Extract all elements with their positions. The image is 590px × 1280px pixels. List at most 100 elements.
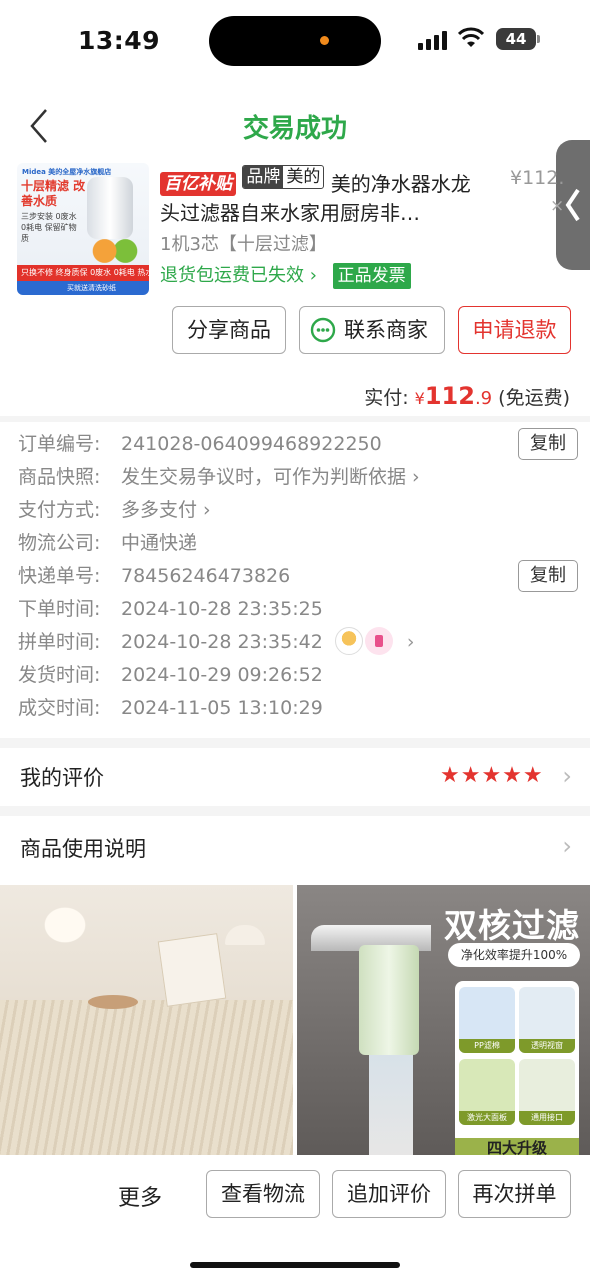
thumb-brand: Midea 美的全屋净水旗舰店 [22,168,112,176]
paid-label: 实付: [364,387,409,409]
lamp-image [225,925,265,945]
group-time-value: 2024-10-28 23:35:42 [121,631,323,653]
promo-title: 双核过滤 [444,906,580,945]
star-rating-icon: ★★★★★ [440,763,544,788]
row-label: 快递单号: [18,565,101,587]
chat-icon [310,317,336,343]
feature-caption: PP滤棉 [459,1039,515,1053]
brand-tag-label: 品牌 [243,166,284,188]
chevron-right-icon[interactable]: › [407,631,415,653]
faucet-filter-product-image[interactable]: 双核过滤 净化效率提升100% PP滤棉 透明视窗 激光大面板 通用接口 四大升… [297,885,590,1155]
order-time-value: 2024-10-28 23:35:25 [121,598,323,620]
share-product-button[interactable]: 分享商品 [172,306,286,354]
thumb-headline: 十层精滤 改善水质 [21,179,86,208]
contact-merchant-label: 联系商家 [344,318,428,342]
my-review-label: 我的评价 [20,766,104,790]
deal-time-value: 2024-11-05 13:10:29 [121,697,323,719]
ship-time-row: 发货时间: 2024-10-29 09:26:52 [18,659,578,692]
invoice-tag: 正品发票 [332,263,411,289]
copy-tracking-number-button[interactable]: 复制 [518,560,578,592]
filter-image [359,945,419,1055]
group-time-row[interactable]: 拼单时间: 2024-10-28 23:35:42 › [18,626,578,659]
decor-image [30,895,100,945]
feature-caption: 通用接口 [519,1111,575,1125]
wifi-icon [458,27,484,47]
home-indicator[interactable] [190,1262,400,1268]
more-button[interactable]: 更多 [118,1180,162,1212]
status-bar: 13:49 44 [0,0,590,80]
brand-tag: 品牌 美的 [242,165,325,189]
paid-amount: 112 [424,382,475,410]
product-spec: 1机3芯【十层过滤】 [160,234,327,255]
courier-row: 物流公司: 中通快递 [18,527,578,560]
snapshot-value[interactable]: 发生交易争议时，可作为判断依据 › [121,466,420,488]
ship-time-value: 2024-10-29 09:26:52 [121,664,323,686]
faucet-filter-image [87,177,133,239]
request-refund-button[interactable]: 申请退款 [458,306,571,354]
contact-merchant-button[interactable]: 联系商家 [299,306,445,354]
nav-bar: 交易成功 [0,100,590,152]
thumb-strip-2: 买就送清洗砂纸 [17,281,149,295]
snapshot-row[interactable]: 商品快照: 发生交易争议时，可作为判断依据 › [18,461,578,494]
paid-amount-row: 实付: ¥112.9 (免运费) [364,382,570,410]
usage-manual-label: 商品使用说明 [20,837,146,861]
feature-cell: 通用接口 [519,1059,575,1125]
deal-time-row: 成交时间: 2024-11-05 13:10:29 [18,692,578,725]
sofa-cover-product-image[interactable] [0,885,293,1155]
row-label: 成交时间: [18,697,101,719]
usage-manual-row[interactable]: 商品使用说明 › [0,816,590,878]
status-time: 13:49 [78,26,161,55]
payment-method-value[interactable]: 多多支付 › [121,499,211,521]
order-info-list: 订单编号: 241028-064099468922250 复制 商品快照: 发生交易… [18,428,578,725]
tracking-number-value: 78456246473826 [121,565,291,587]
chevron-right-icon: › [562,762,572,790]
avatar[interactable] [364,627,393,655]
feature-cell: 透明视窗 [519,987,575,1053]
avatar[interactable] [334,627,363,655]
row-label: 订单编号: [18,433,101,455]
my-review-row[interactable]: 我的评价 ★★★★★ › [0,748,590,806]
refund-shipping-text[interactable]: 退货包运费已失效 › [160,265,317,286]
sofa-image [0,1000,293,1155]
thumb-features: 三步安装 0废水0耗电 保留矿物质 [21,212,77,243]
view-logistics-button[interactable]: 查看物流 [206,1170,320,1218]
row-label: 发货时间: [18,664,101,686]
paid-currency: ¥ [414,389,425,408]
product-qty: × [550,196,565,216]
order-number-row: 订单编号: 241028-064099468922250 复制 [18,428,578,461]
thumb-strip: 只换不修 终身质保 0废水 0耗电 热水可用 [17,265,149,281]
row-label: 拼单时间: [18,631,101,653]
signal-icon [418,30,448,50]
feature-cell: PP滤棉 [459,987,515,1053]
row-label: 商品快照: [18,466,101,488]
row-label: 支付方式: [18,499,101,521]
order-time-row: 下单时间: 2024-10-28 23:35:25 [18,593,578,626]
page-title: 交易成功 [242,114,347,144]
subsidy-tag: 百亿补贴 [160,172,236,196]
product-thumbnail[interactable]: Midea 美的全屋净水旗舰店 十层精滤 改善水质 三步安装 0废水0耗电 保留… [17,163,149,295]
promo-bottom-text: 四大升级 [455,1138,579,1155]
row-label: 下单时间: [18,598,101,620]
order-number-value: 241028-064099468922250 [121,433,382,455]
product-title-block[interactable]: 百亿补贴 品牌 美的 美的净水器水龙头过滤器自来水家用厨房非… [160,165,486,228]
paid-amount-decimal: .9 [474,388,493,409]
product-price: ¥112. [510,167,565,189]
tray-image [88,995,138,1009]
fruit-image [89,239,141,263]
add-review-button[interactable]: 追加评价 [332,1170,446,1218]
feature-cell: 激光大面板 [459,1059,515,1125]
recommendation-feed: 双核过滤 净化效率提升100% PP滤棉 透明视窗 激光大面板 通用接口 四大升… [0,885,590,1155]
feature-grid: PP滤棉 透明视窗 激光大面板 通用接口 [455,981,579,1145]
copy-order-number-button[interactable]: 复制 [518,428,578,460]
refund-shipping-row[interactable]: 退货包运费已失效 › 正品发票 [160,261,411,289]
divider [0,738,590,748]
chevron-right-icon: › [562,832,572,860]
feature-caption: 激光大面板 [459,1111,515,1125]
regroup-button[interactable]: 再次拼单 [458,1170,571,1218]
payment-method-row[interactable]: 支付方式: 多多支付 › [18,494,578,527]
battery-icon: 44 [496,28,540,50]
divider [0,416,590,422]
recording-dot [320,36,329,45]
courier-value: 中通快递 [121,532,198,554]
row-label: 物流公司: [18,532,101,554]
